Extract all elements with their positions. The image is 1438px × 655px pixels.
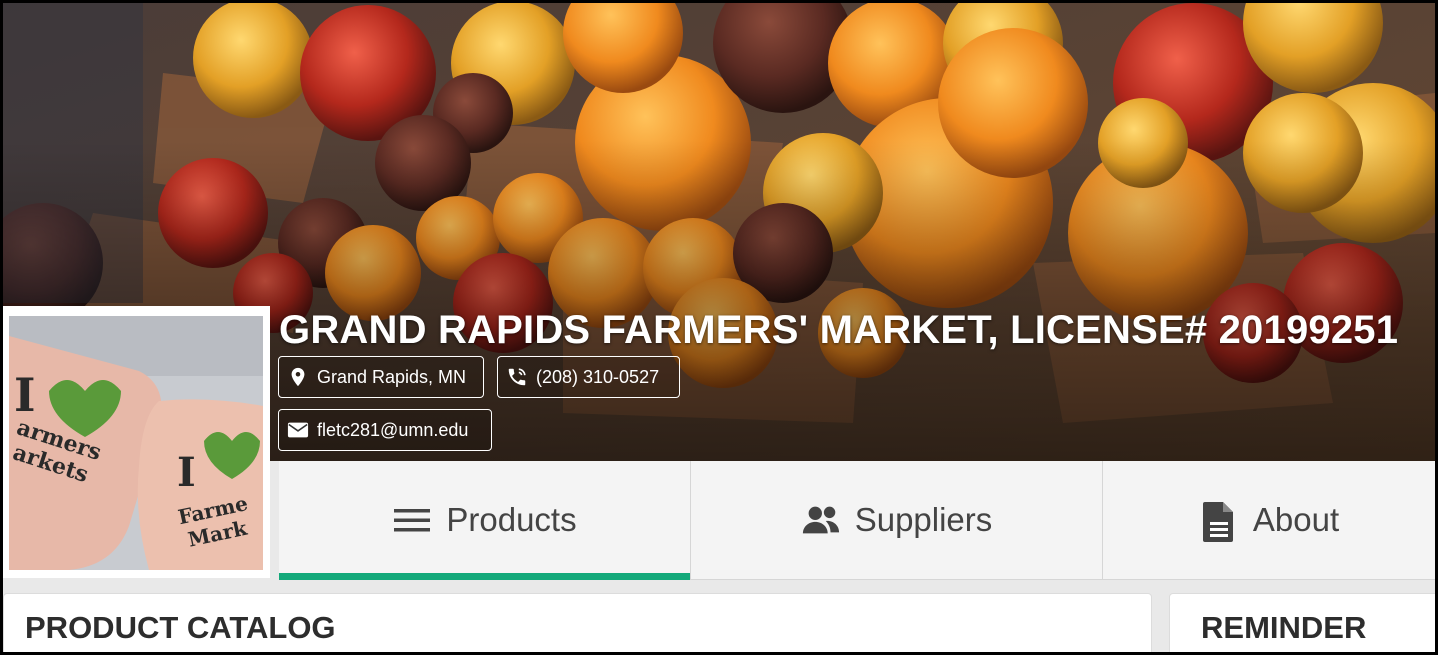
section-tabs: Products Suppliers About — [279, 461, 1435, 580]
reminder-panel: REMINDER — [1169, 593, 1435, 652]
product-catalog-heading: PRODUCT CATALOG — [25, 610, 336, 645]
product-catalog-panel: PRODUCT CATALOG — [3, 593, 1152, 652]
market-logo: I armers arkets I Farme Mark — [3, 306, 270, 578]
logo-image: I armers arkets I Farme Mark — [9, 316, 263, 570]
hamburger-menu-icon — [392, 500, 432, 540]
phone-chip[interactable]: (208) 310-0527 — [497, 356, 680, 398]
location-chip[interactable]: Grand Rapids, MN — [278, 356, 484, 398]
tab-products-label: Products — [446, 501, 577, 538]
tab-about-label: About — [1252, 501, 1340, 538]
market-title: GRAND RAPIDS FARMERS' MARKET, LICENSE# 2… — [279, 308, 1399, 352]
reminder-heading: REMINDER — [1201, 610, 1367, 645]
envelope-icon — [287, 419, 309, 441]
tab-suppliers[interactable]: Suppliers — [691, 461, 1103, 579]
tab-suppliers-label: Suppliers — [854, 501, 993, 538]
users-icon — [801, 500, 841, 540]
document-icon — [1199, 500, 1239, 542]
email-text: fletc281@umn.edu — [317, 419, 469, 440]
map-pin-icon — [287, 366, 309, 388]
location-text: Grand Rapids, MN — [317, 366, 467, 387]
tab-products[interactable]: Products — [279, 461, 691, 580]
page-frame: GRAND RAPIDS FARMERS' MARKET, LICENSE# 2… — [3, 3, 1435, 652]
phone-text: (208) 310-0527 — [536, 366, 660, 387]
svg-text:I: I — [177, 449, 196, 496]
phone-icon — [506, 366, 528, 388]
email-chip[interactable]: fletc281@umn.edu — [278, 409, 492, 451]
tab-about[interactable]: About — [1103, 461, 1435, 579]
svg-text:I: I — [14, 368, 36, 422]
